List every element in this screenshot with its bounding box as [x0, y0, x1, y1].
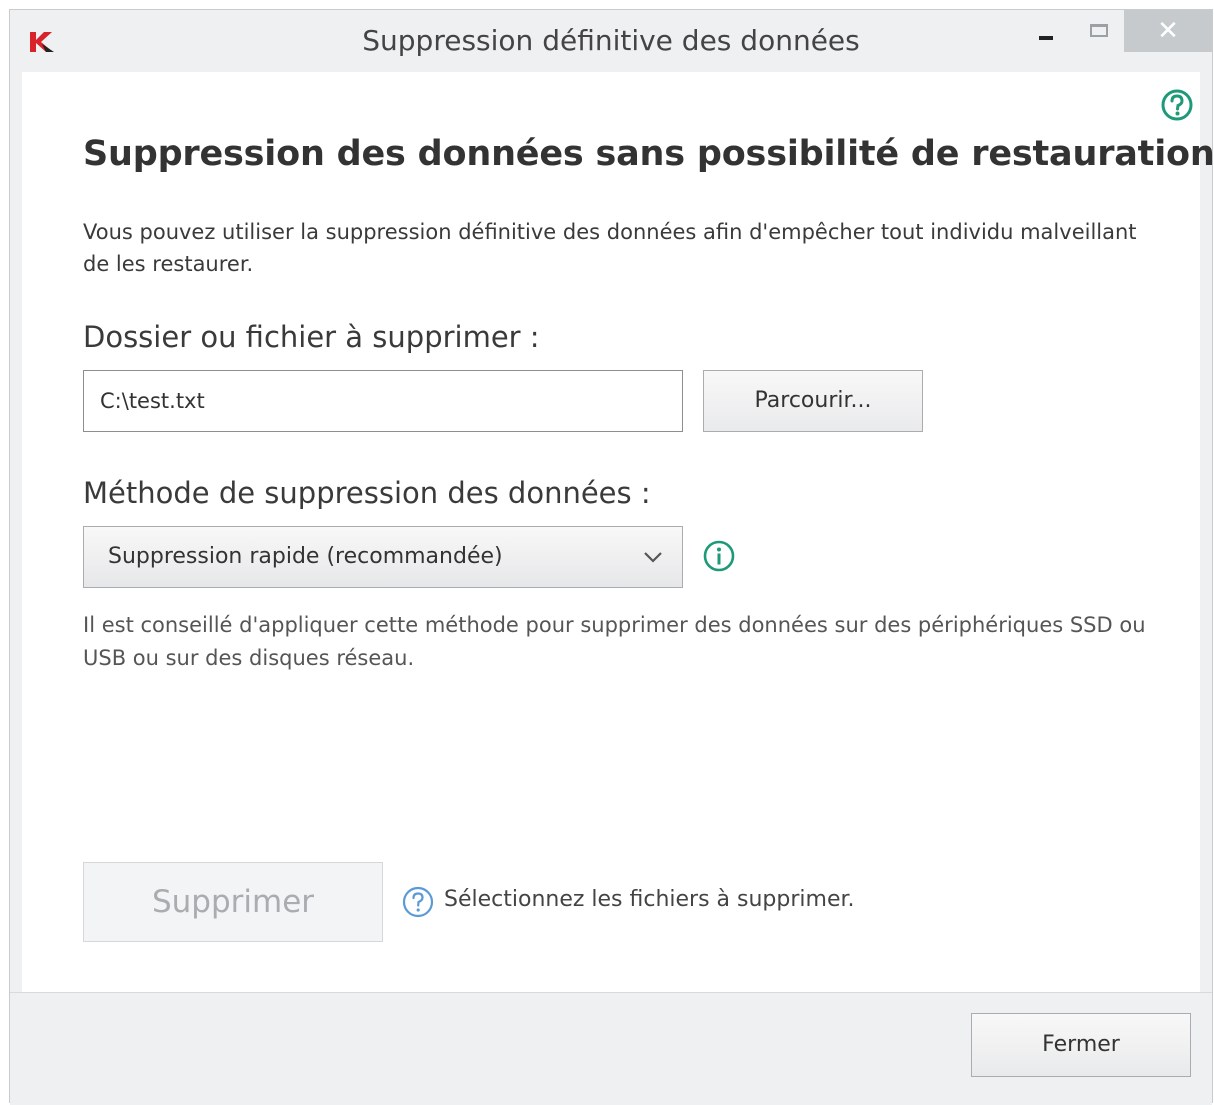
- close-window-button[interactable]: ✕: [1124, 10, 1212, 52]
- delete-button[interactable]: Supprimer: [83, 862, 383, 942]
- dialog-window: Suppression définitive des données ✕ Sup…: [9, 9, 1214, 1105]
- dialog-footer: Fermer: [10, 992, 1212, 1105]
- method-hint-text: Il est conseillé d'appliquer cette métho…: [83, 613, 1146, 670]
- close-button[interactable]: Fermer: [971, 1013, 1191, 1077]
- method-dropdown[interactable]: Suppression rapide (recommandée): [83, 526, 683, 588]
- info-icon[interactable]: [702, 539, 736, 573]
- page-title: Suppression des données sans possibilité…: [83, 134, 1214, 174]
- description-text: Vous pouvez utiliser la suppression défi…: [83, 220, 1137, 276]
- maximize-button[interactable]: [1074, 10, 1124, 52]
- file-label: Dossier ou fichier à supprimer :: [83, 320, 540, 354]
- chevron-down-icon: [644, 552, 662, 563]
- method-selected-value: Suppression rapide (recommandée): [108, 544, 503, 569]
- dialog-content: Suppression des données sans possibilité…: [22, 72, 1214, 992]
- method-label: Méthode de suppression des données :: [83, 476, 651, 510]
- file-path-input[interactable]: [83, 370, 683, 432]
- browse-button[interactable]: Parcourir...: [703, 370, 923, 432]
- minimize-button[interactable]: [1026, 10, 1066, 52]
- title-bar: Suppression définitive des données ✕: [10, 10, 1212, 72]
- close-icon: ✕: [1157, 16, 1179, 46]
- question-icon: [402, 886, 434, 918]
- status-message: Sélectionnez les fichiers à supprimer.: [444, 887, 855, 912]
- help-icon[interactable]: [1160, 88, 1194, 122]
